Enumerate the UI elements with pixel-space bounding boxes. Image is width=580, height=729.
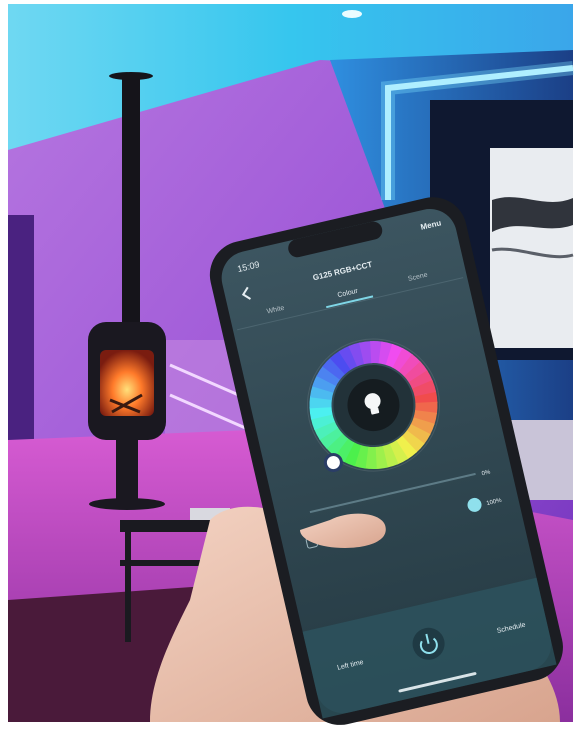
color-wheel-segment[interactable] xyxy=(414,390,438,404)
color-wheel-segment[interactable] xyxy=(412,380,437,397)
color-wheel-segment[interactable] xyxy=(310,413,335,431)
color-picker-handle[interactable] xyxy=(323,453,343,473)
color-wheel-segment[interactable] xyxy=(408,370,433,390)
color-wheel-segment[interactable] xyxy=(413,409,437,425)
photo-illustration: 15:09 Menu G125 RGB+CCT White Colour Sce… xyxy=(0,0,580,729)
color-wheel-segment[interactable] xyxy=(388,440,409,465)
color-wheel-segment[interactable] xyxy=(381,443,399,468)
color-wheel-segment[interactable] xyxy=(364,446,377,470)
color-wheel-segment[interactable] xyxy=(374,445,388,470)
photo-scene: 15:09 Menu G125 RGB+CCT White Colour Sce… xyxy=(0,0,580,729)
color-wheel-segment[interactable] xyxy=(415,401,438,415)
color-wheel-segment[interactable] xyxy=(370,341,383,364)
color-wheel-segment[interactable] xyxy=(338,345,359,370)
color-wheel-segment[interactable] xyxy=(378,341,394,366)
ceiling-spotlight xyxy=(342,10,362,18)
color-wheel-segment[interactable] xyxy=(353,444,369,469)
left-cabinet xyxy=(8,215,34,445)
color-wheel-segment[interactable] xyxy=(314,420,339,440)
color-wheel-segment[interactable] xyxy=(309,395,332,409)
color-wheel-segment[interactable] xyxy=(309,406,333,420)
color-wheel-segment[interactable] xyxy=(359,341,373,365)
color-wheel-segment[interactable] xyxy=(348,342,366,367)
color-wheel-segment[interactable] xyxy=(309,385,334,401)
fireplace-chimney xyxy=(122,76,140,326)
